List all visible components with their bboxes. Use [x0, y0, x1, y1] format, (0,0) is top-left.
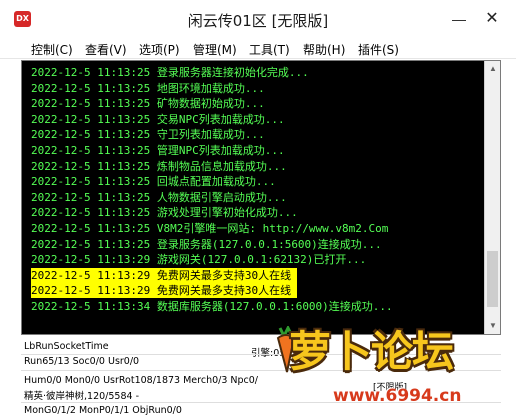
menu-options[interactable]: 选项(P) — [139, 41, 180, 58]
log-line: 2022-12-5 11:13:25 矿物数据初始成功... — [31, 96, 265, 111]
log-message: 数据库服务器(127.0.0.1:6000)连接成功... — [156, 300, 393, 313]
log-timestamp: 2022-12-5 11:13:29 — [31, 253, 151, 267]
menu-view[interactable]: 查看(V) — [85, 41, 127, 58]
log-message: 炼制物品信息加载成功... — [156, 159, 287, 173]
scroll-thumb[interactable] — [487, 251, 498, 307]
log-timestamp: 2022-12-5 11:13:25 — [31, 97, 151, 111]
log-message: 免费网关最多支持30人在线 — [156, 284, 292, 298]
log-timestamp: 2022-12-5 11:13:25 — [31, 206, 151, 220]
status-boss-info: 精英·彼岸神树,120/5584 - — [24, 391, 139, 402]
log-timestamp: 2022-12-5 11:13:34 — [31, 300, 151, 313]
log-message: 矿物数据初始成功... — [156, 97, 265, 111]
log-timestamp: 2022-12-5 11:13:25 — [31, 159, 151, 173]
log-timestamp: 2022-12-5 11:13:25 — [31, 66, 151, 79]
minimize-button[interactable]: — — [445, 6, 473, 32]
log-message: 守卫列表加载成功... — [156, 128, 265, 142]
log-timestamp: 2022-12-5 11:13:25 — [31, 128, 151, 142]
status-run-counters: Run65/13 Soc0/0 Usr0/0 — [24, 356, 140, 367]
log-timestamp: 2022-12-5 11:13:25 — [31, 237, 151, 251]
log-message: 回城点配置加载成功... — [156, 175, 276, 189]
log-line: 2022-12-5 11:13:25 V8M2引擎唯一网站: http://ww… — [31, 221, 388, 236]
log-timestamp: 2022-12-5 11:13:29 — [31, 268, 151, 282]
log-message: V8M2引擎唯一网站: http://www.v8m2.Com — [156, 222, 389, 235]
log-timestamp: 2022-12-5 11:13:25 — [31, 81, 151, 95]
log-line: 2022-12-5 11:13:29 游戏网关(127.0.0.1:62132)… — [31, 252, 366, 267]
window-title: 闲云传01区 [无限版] — [187, 12, 329, 30]
log-line: 2022-12-5 11:13:25 游戏处理引擎初始化成功... — [31, 205, 298, 220]
menu-help[interactable]: 帮助(H) — [303, 41, 345, 58]
log-line: 2022-12-5 11:13:25 炼制物品信息加载成功... — [31, 159, 287, 174]
log-timestamp: 2022-12-5 11:13:25 — [31, 190, 151, 204]
forum-watermark: 萝卜论坛 www.6994.cn — [275, 316, 510, 420]
log-message: 游戏处理引擎初始化成功... — [156, 206, 298, 220]
status-socket-time: LbRunSocketTime — [24, 341, 109, 352]
log-scrollbar[interactable]: ▲ ▼ — [484, 61, 500, 334]
log-line: 2022-12-5 11:13:25 管理NPC列表加载成功... — [31, 143, 285, 158]
log-line: 2022-12-5 11:13:25 回城点配置加载成功... — [31, 174, 276, 189]
log-timestamp: 2022-12-5 11:13:29 — [31, 284, 151, 298]
log-message: 游戏网关(127.0.0.1:62132)已打开... — [156, 253, 367, 267]
menu-manage[interactable]: 管理(M) — [193, 41, 237, 58]
log-line: 2022-12-5 11:13:29 免费网关最多支持30人在线 — [31, 267, 298, 283]
log-line: 2022-12-5 11:13:34 数据库服务器(127.0.0.1:6000… — [31, 299, 393, 314]
status-mon-counters: MonG0/1/2 MonP0/1/1 ObjRun0/0 — [24, 405, 182, 416]
watermark-title: 萝卜论坛 — [289, 327, 454, 376]
log-line: 2022-12-5 11:13:29 免费网关最多支持30人在线 — [31, 283, 298, 299]
menu-plugins[interactable]: 插件(S) — [358, 41, 399, 58]
menu-control[interactable]: 控制(C) — [31, 41, 73, 58]
log-timestamp: 2022-12-5 11:13:25 — [31, 144, 151, 157]
status-hum-counters: Hum0/0 Mon0/0 UsrRot108/1873 Merch0/3 Np… — [24, 375, 259, 386]
menu-tools[interactable]: 工具(T) — [249, 41, 290, 58]
server-console-window: DX 闲云传01区 [无限版] — ✕ 控制(C) 查看(V) 选项(P) 管理… — [0, 0, 516, 420]
scroll-up-arrow-icon[interactable]: ▲ — [485, 61, 500, 77]
close-button[interactable]: ✕ — [478, 6, 506, 32]
log-message: 免费网关最多支持30人在线 — [156, 268, 292, 282]
log-line: 2022-12-5 11:13:25 交易NPC列表加载成功... — [31, 112, 285, 127]
log-message: 登录服务器(127.0.0.1:5600)连接成功... — [156, 237, 382, 251]
log-console[interactable]: 2022-12-5 11:13:25 登录服务器连接初始化完成... 2022-1… — [21, 60, 501, 335]
title-bar: DX 闲云传01区 [无限版] — ✕ — [0, 0, 516, 38]
log-line: 2022-12-5 11:13:25 守卫列表加载成功... — [31, 127, 265, 142]
log-message: 交易NPC列表加载成功... — [156, 112, 285, 126]
log-message: 管理NPC列表加载成功... — [156, 144, 285, 157]
log-line: 2022-12-5 11:13:25 登录服务器(127.0.0.1:5600)… — [31, 237, 382, 252]
log-message: 人物数据引擎启动成功... — [156, 190, 287, 204]
log-timestamp: 2022-12-5 11:13:25 — [31, 175, 151, 189]
log-line: 2022-12-5 11:13:25 登录服务器连接初始化完成... — [31, 65, 309, 80]
menu-bar: 控制(C) 查看(V) 选项(P) 管理(M) 工具(T) 帮助(H) 插件(S… — [0, 38, 516, 59]
log-line: 2022-12-5 11:13:25 人物数据引擎启动成功... — [31, 190, 287, 205]
log-message: 地图环境加载成功... — [156, 81, 265, 95]
log-timestamp: 2022-12-5 11:13:25 — [31, 222, 151, 235]
log-line: 2022-12-5 11:13:25 地图环境加载成功... — [31, 81, 265, 96]
log-message: 登录服务器连接初始化完成... — [156, 66, 309, 79]
watermark-url: www.6994.cn — [333, 386, 462, 406]
log-timestamp: 2022-12-5 11:13:25 — [31, 112, 151, 126]
